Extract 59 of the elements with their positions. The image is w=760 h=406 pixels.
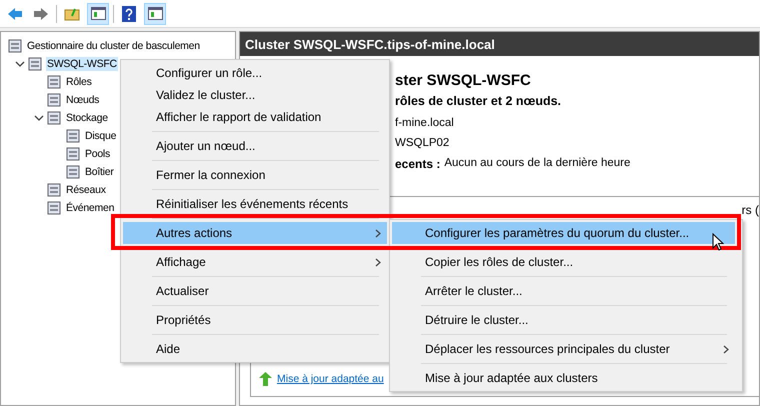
- menu-item[interactable]: Fermer la connexion: [123, 157, 387, 186]
- tree-node-icon: [46, 74, 62, 90]
- menu-item[interactable]: Mise à jour adaptée aux clusters: [392, 360, 735, 389]
- mouse-pointer-icon: [712, 233, 724, 251]
- tree-node-icon: [46, 200, 62, 216]
- column-text: rs (: [742, 203, 759, 217]
- folder-icon: [64, 6, 80, 20]
- menu-item[interactable]: Validez le cluster...: [123, 84, 387, 106]
- tree-item[interactable]: Événemen: [65, 201, 116, 215]
- menu-item[interactable]: Actualiser: [123, 273, 387, 302]
- tree-node-icon: [46, 110, 62, 126]
- tree-item[interactable]: Nœuds: [65, 93, 100, 107]
- up-arrow-icon: [259, 372, 272, 386]
- update-link[interactable]: Mise à jour adaptée au: [277, 373, 384, 385]
- chevron-right-icon: [375, 228, 381, 238]
- tree-node-icon: [46, 92, 62, 108]
- tree-item[interactable]: Gestionnaire du cluster de basculemen: [26, 39, 201, 53]
- pane-icon: [148, 7, 162, 20]
- menu-item[interactable]: Déplacer les ressources principales du cluster: [392, 331, 735, 360]
- tree-node-icon: [65, 128, 81, 144]
- tree-item[interactable]: Disque: [84, 129, 118, 143]
- tree-node-icon: [7, 38, 23, 54]
- summary-subheading: rôles de cluster et 2 nœuds.: [395, 94, 562, 108]
- tree-item[interactable]: Rôles: [65, 75, 93, 89]
- back-arrow-icon: [7, 6, 23, 20]
- menu-item[interactable]: Afficher le rapport de validation: [123, 106, 387, 128]
- summary-heading: ster SWSQL-WSFC: [395, 72, 532, 89]
- menu-item[interactable]: Configurer un rôle...: [123, 62, 387, 84]
- menu-item[interactable]: Aide: [123, 331, 387, 360]
- tree-item[interactable]: SWSQL-WSFC: [46, 57, 118, 71]
- chevron-right-icon: [375, 258, 381, 266]
- forward-arrow-icon: [33, 6, 49, 20]
- toolbar-button[interactable]: [87, 2, 109, 24]
- toolbar-button[interactable]: [144, 2, 166, 24]
- field-value: f-mine.local: [395, 117, 454, 131]
- menu-item[interactable]: Détruire le cluster...: [392, 302, 735, 331]
- tree-node-icon: [65, 146, 81, 162]
- tree-node-icon: [46, 182, 62, 198]
- tree-node-icon: [27, 56, 43, 72]
- menu-item[interactable]: Affichage: [123, 251, 387, 273]
- menu-item[interactable]: Configurer les paramètres du quorum du cluster...: [392, 222, 735, 244]
- menu-item[interactable]: Ajouter un nœud...: [123, 128, 387, 157]
- menu-item[interactable]: Copier les rôles de cluster...: [392, 251, 735, 273]
- tree-node-icon: [65, 164, 81, 180]
- chevron-right-icon: [723, 344, 729, 354]
- tree-item[interactable]: Pools: [84, 147, 112, 161]
- tree-item[interactable]: Stockage: [65, 111, 109, 125]
- tree-item[interactable]: Réseaux: [65, 183, 107, 197]
- field-label: ecents :: [395, 157, 440, 172]
- menu-item[interactable]: Arrêter le cluster...: [392, 273, 735, 302]
- menu-item[interactable]: Propriétés: [123, 302, 387, 331]
- field-value: Aucun au cours de la dernière heure: [444, 157, 630, 171]
- pane-title: Cluster SWSQL-WSFC.tips-of-mine.local: [240, 32, 759, 56]
- menu-item[interactable]: Autres actions: [123, 215, 387, 244]
- pane-icon: [90, 7, 106, 20]
- help-icon: [122, 6, 136, 22]
- field-value: WSQLP02: [395, 137, 450, 151]
- tree-item[interactable]: Boîtier: [84, 165, 115, 179]
- menu-item[interactable]: Réinitialiser les événements récents: [123, 186, 387, 215]
